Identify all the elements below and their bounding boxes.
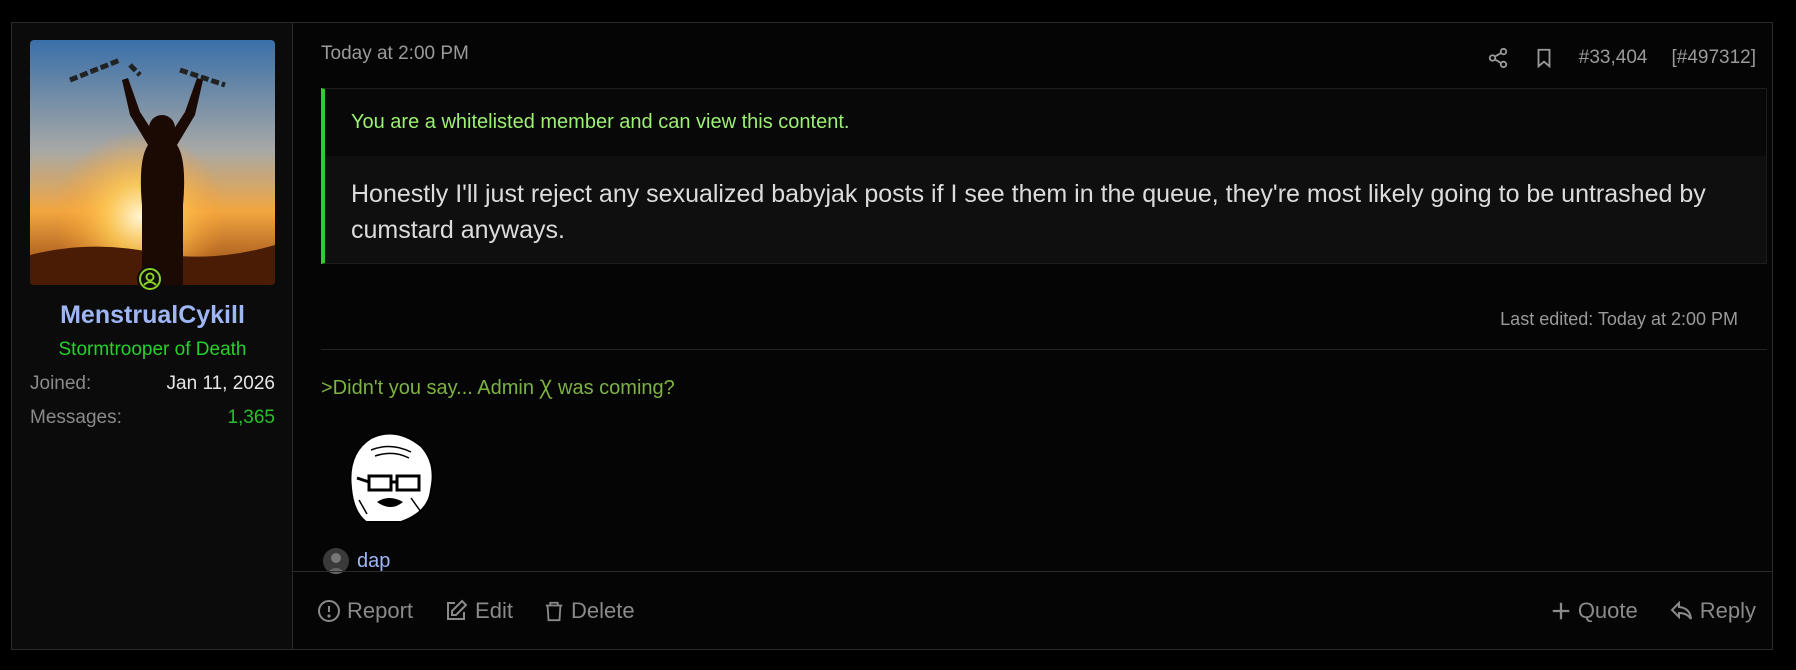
messages-label: Messages: (30, 407, 122, 428)
post-main: Today at 2:00 PM #33,404 [#497312] You a… (293, 23, 1772, 649)
delete-button[interactable]: Delete (543, 598, 635, 624)
post-date[interactable]: Today at 2:00 PM (321, 43, 469, 65)
messages-value[interactable]: 1,365 (227, 407, 275, 429)
last-edited[interactable]: Last edited: Today at 2:00 PM (1500, 309, 1738, 330)
post-number[interactable]: #33,404 (1579, 47, 1648, 69)
share-icon[interactable] (1487, 47, 1509, 69)
quote-label: Quote (1577, 598, 1638, 623)
reply-label: Reply (1699, 598, 1756, 623)
delete-icon (545, 601, 563, 622)
edit-button[interactable]: Edit (443, 598, 513, 624)
joined-label: Joined: (30, 373, 92, 394)
joined-value: Jan 11, 2026 (166, 373, 275, 394)
user-title: Stormtrooper of Death (58, 339, 247, 360)
reply-button[interactable]: Reply (1668, 598, 1756, 624)
online-icon (137, 266, 163, 292)
report-label: Report (347, 598, 414, 623)
bookmark-icon[interactable] (1533, 47, 1555, 69)
messages-row: Messages: 1,365 (30, 407, 275, 429)
soyjak-image (341, 428, 437, 524)
reaction-user[interactable]: dap (357, 550, 390, 573)
quote-button[interactable]: Quote (1550, 598, 1638, 624)
plus-icon (1552, 602, 1570, 620)
post-body: Honestly I'll just reject any sexualized… (351, 180, 1706, 244)
edit-icon (447, 599, 468, 620)
username[interactable]: MenstrualCykill (12, 301, 293, 330)
signature-text: >Didn't you say... Admin Ꭓ was coming? (321, 377, 675, 399)
post-footer: Report Edit Delete Quote Reply (293, 571, 1772, 651)
joined-row: Joined: Jan 11, 2026 (30, 373, 275, 395)
post-container: MenstrualCykill Stormtrooper of Death Jo… (11, 22, 1773, 650)
delete-label: Delete (570, 598, 635, 623)
whitelist-notice: You are a whitelisted member and can vie… (325, 89, 1766, 156)
signature-divider (321, 349, 1767, 350)
reply-icon (1670, 600, 1692, 620)
edit-label: Edit (475, 598, 513, 623)
user-avatar[interactable] (30, 40, 275, 285)
report-icon (318, 600, 340, 622)
user-cell: MenstrualCykill Stormtrooper of Death Jo… (12, 23, 293, 649)
post-id[interactable]: [#497312] (1671, 47, 1756, 69)
report-button[interactable]: Report (317, 598, 413, 624)
whitelist-box: You are a whitelisted member and can vie… (321, 88, 1767, 264)
post-meta: #33,404 [#497312] (1487, 47, 1756, 69)
